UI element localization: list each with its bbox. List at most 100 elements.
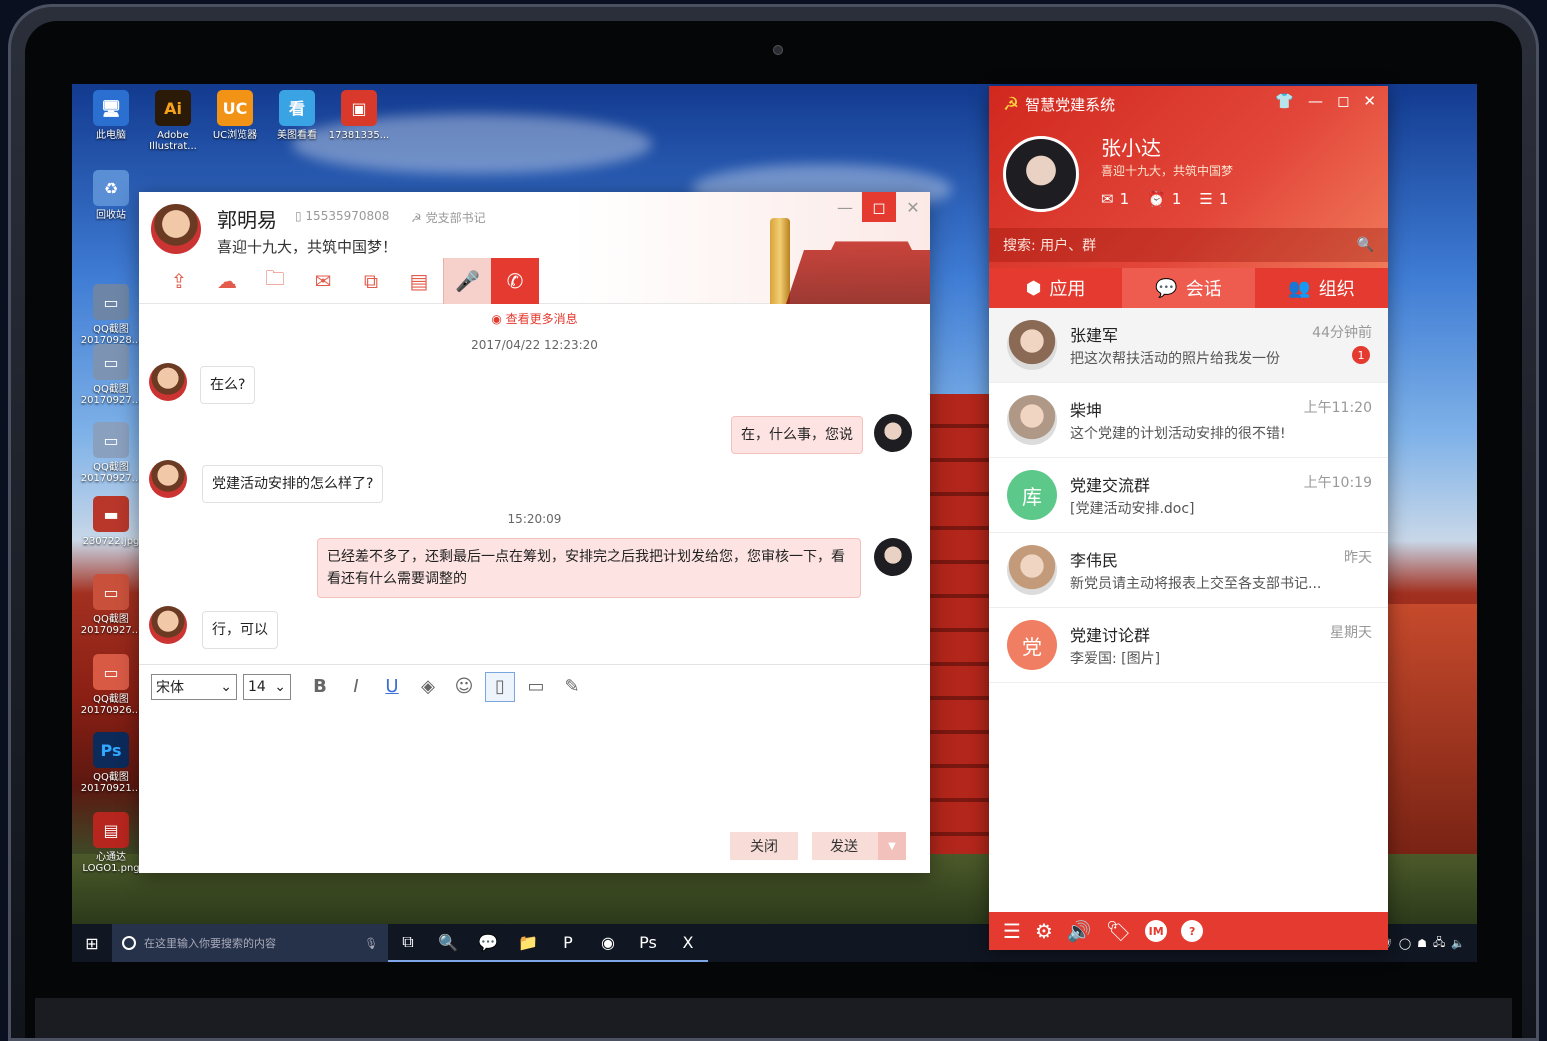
minimize-icon[interactable]: — <box>828 192 862 222</box>
app-search-input[interactable]: 搜索: 用户、群 🔍 <box>989 228 1388 262</box>
font-size-select[interactable]: 14 ⌄ <box>243 673 291 700</box>
list-stat[interactable]: ☰ 1 <box>1199 190 1228 208</box>
desktop-icon[interactable]: ▭ QQ截图 20170927... <box>80 422 142 484</box>
desktop-icon[interactable]: ▭ QQ截图 20170927... <box>80 574 142 636</box>
own-message-avatar[interactable] <box>874 414 912 452</box>
underline-icon[interactable]: U <box>377 672 407 702</box>
conversation-time: 星期天 <box>1330 625 1372 641</box>
cube-icon: ⬢ <box>1025 277 1042 299</box>
contact-message-avatar[interactable] <box>149 460 187 498</box>
maximize-icon[interactable]: ◻ <box>862 192 896 222</box>
desktop-icon[interactable]: ▭ QQ截图 20170927... <box>80 344 142 406</box>
desktop-icon-label: QQ截图 20170927... <box>80 462 142 484</box>
tab-org[interactable]: 👥 组织 <box>1255 268 1388 308</box>
desktop-icon-label: QQ截图 20170928... <box>80 324 142 346</box>
upload-cloud-icon[interactable]: ☁ <box>203 258 251 304</box>
file-explorer-icon[interactable]: 📁 <box>508 924 548 962</box>
excel-icon[interactable]: X <box>668 924 708 962</box>
desktop-icon[interactable]: ▬ 230722.jpg <box>80 496 142 547</box>
volume-icon[interactable]: 🔈 <box>1451 937 1465 950</box>
task-view-icon[interactable]: ⧉ <box>388 924 428 962</box>
minimize-icon[interactable]: — <box>1308 92 1323 110</box>
send-button[interactable]: 发送 ▼ <box>812 832 906 860</box>
skin-icon[interactable]: 👕 <box>1275 92 1294 110</box>
desktop-icon[interactable]: ▭ QQ截图 20170928... <box>80 284 142 346</box>
mail-stat[interactable]: ✉ 1 <box>1101 190 1129 208</box>
network-icon[interactable]: 🖧 <box>1433 934 1445 953</box>
close-icon[interactable]: ✕ <box>896 192 930 222</box>
conversation-item[interactable]: 党党建讨论群 李爱国: [图片] 星期天 <box>989 608 1388 683</box>
conversation-avatar: 党 <box>1007 620 1057 670</box>
chrome-icon[interactable]: ◉ <box>588 924 628 962</box>
fill-color-icon[interactable]: ◈ <box>413 672 443 702</box>
mic-icon[interactable]: 🎙 <box>364 937 378 950</box>
desktop-icon[interactable]: ♻ 回收站 <box>80 170 142 221</box>
emoji-icon[interactable]: ☺ <box>449 672 479 702</box>
voice-icon[interactable]: 🎤 <box>443 258 491 304</box>
menu-icon[interactable]: ☰ <box>1003 919 1021 943</box>
screenshot-icon[interactable]: ▭ <box>521 672 551 702</box>
conversation-list: 张建军 把这次帮扶活动的照片给我发一份 44分钟前 1 柴坤 这个党建的计划活动安排的很不… <box>989 308 1388 683</box>
load-more-link[interactable]: ◉ 查看更多消息 <box>139 310 930 327</box>
folder-icon[interactable]: 🗀 <box>251 258 299 304</box>
message-icon[interactable]: ▤ <box>395 258 443 304</box>
contact-message-avatar[interactable] <box>149 606 187 644</box>
desktop-icon[interactable]: UC UC浏览器 <box>204 90 266 141</box>
close-icon[interactable]: ✕ <box>1363 92 1376 110</box>
desktop-icon[interactable]: 🖥 此电脑 <box>80 90 142 141</box>
tags-icon[interactable]: 🏷 <box>1106 919 1131 943</box>
party-app-window: ☭ 智慧党建系统 👕 — ◻ ✕ 张小达 喜迎十九大，共筑中国梦 ✉ 1 ⏰ 1 ☰… <box>989 86 1388 950</box>
contact-message-avatar[interactable] <box>149 363 187 401</box>
maximize-icon[interactable]: ◻ <box>1337 92 1349 110</box>
desktop-icon[interactable]: Ai Adobe Illustrat... <box>142 90 204 152</box>
conversation-item[interactable]: 李伟民 新党员请主动将报表上交至各支部书记... 昨天 <box>989 533 1388 608</box>
bold-icon[interactable]: B <box>305 672 335 702</box>
input-icon[interactable]: ◯ <box>1399 937 1411 950</box>
alarm-stat[interactable]: ⏰ 1 <box>1147 190 1181 208</box>
desktop-icon[interactable]: ▣ 17381335... <box>328 90 390 141</box>
conversation-item[interactable]: 库党建交流群 [党建活动安排.doc] 上午10:19 <box>989 458 1388 533</box>
user-avatar[interactable] <box>1003 136 1079 212</box>
message-bubble: 在，什么事，您说 <box>731 416 863 454</box>
font-family-select[interactable]: 宋体 ⌄ <box>151 673 237 700</box>
screenshot-icon: ▭ <box>93 574 129 610</box>
photoshop-icon[interactable]: Ps <box>628 924 668 962</box>
screen-share-icon[interactable]: ⧉ <box>347 258 395 304</box>
pen-icon[interactable]: ✎ <box>557 672 587 702</box>
app-bottom-bar: ☰ ⚙ 🔊 🏷 IM ? <box>989 912 1388 950</box>
close-button[interactable]: 关闭 <box>730 832 798 860</box>
mail-icon[interactable]: ✉ <box>299 258 347 304</box>
taskbar-search[interactable]: 在这里输入你要搜索的内容 🎙 <box>112 924 388 962</box>
tray-app-icon[interactable]: ☗ <box>1417 937 1427 950</box>
search-app-icon[interactable]: 🔍 <box>428 924 468 962</box>
settings-icon[interactable]: ⚙ <box>1035 919 1053 943</box>
im-icon[interactable]: IM <box>1145 920 1168 942</box>
phone-call-icon[interactable]: ✆ <box>491 258 539 304</box>
speaker-icon[interactable]: 🔊 <box>1067 919 1092 943</box>
windows-start-icon[interactable]: ⊞ <box>72 924 112 962</box>
desktop-icon-label: QQ截图 20170921... <box>80 772 142 794</box>
shake-window-icon[interactable]: ▯ <box>485 671 515 702</box>
help-icon[interactable]: ? <box>1181 920 1204 942</box>
send-options-icon[interactable]: ▼ <box>878 832 906 860</box>
desktop-icon[interactable]: ▭ QQ截图 20170926... <box>80 654 142 716</box>
tab-apps[interactable]: ⬢ 应用 <box>989 268 1122 308</box>
desktop-icon[interactable]: Ps QQ截图 20170921... <box>80 732 142 794</box>
desktop-icon-label: QQ截图 20170926... <box>80 694 142 716</box>
tab-chat[interactable]: 💬 会话 <box>1122 268 1255 308</box>
meitu-viewer-icon: 看 <box>279 90 315 126</box>
conversation-item[interactable]: 张建军 把这次帮扶活动的照片给我发一份 44分钟前 1 <box>989 308 1388 383</box>
contact-avatar[interactable] <box>149 202 203 256</box>
desktop-icon[interactable]: 看美图看看 <box>266 90 328 141</box>
conversation-item[interactable]: 柴坤 这个党建的计划活动安排的很不错! 上午11:20 <box>989 383 1388 458</box>
conversation-name: 柴坤 <box>1070 401 1103 420</box>
conversation-preview: [党建活动安排.doc] <box>1070 501 1195 517</box>
search-icon[interactable]: 🔍 <box>1357 237 1374 253</box>
italic-icon[interactable]: I <box>341 672 371 702</box>
own-message-avatar[interactable] <box>874 538 912 576</box>
chat-window-controls: — ◻ ✕ <box>828 192 930 222</box>
share-icon[interactable]: ⇪ <box>155 258 203 304</box>
desktop-icon[interactable]: ▤ 心通达 LOGO1.png <box>80 812 142 874</box>
powerpoint-icon[interactable]: P <box>548 924 588 962</box>
wechat-icon[interactable]: 💬 <box>468 924 508 962</box>
